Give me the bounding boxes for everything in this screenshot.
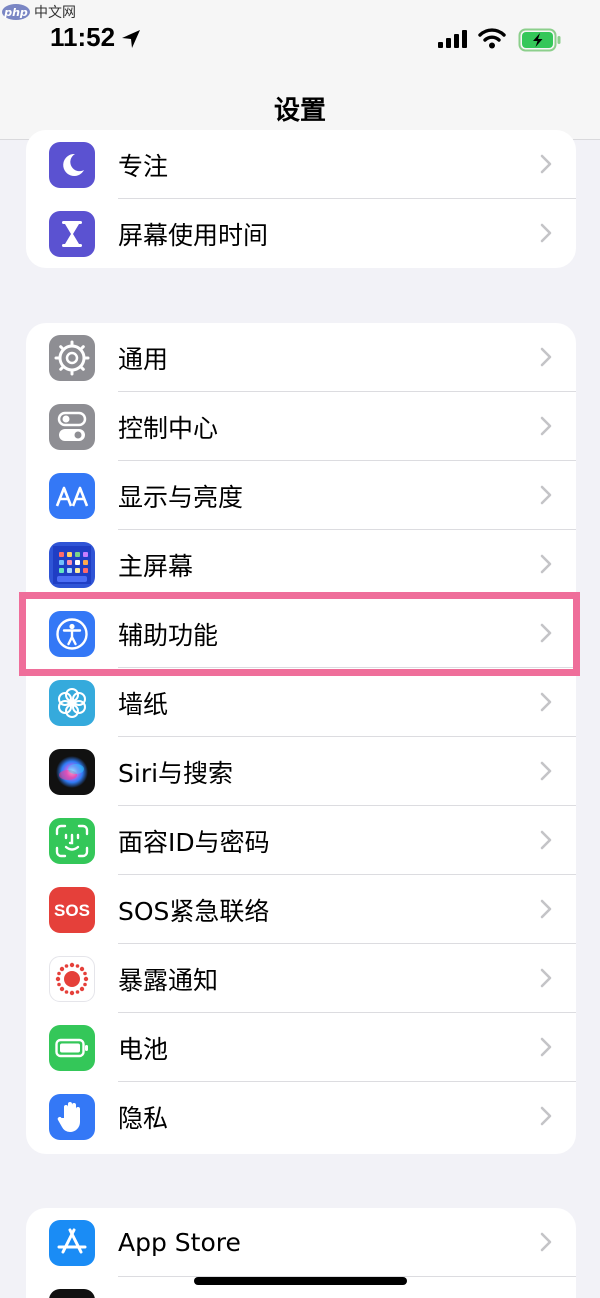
settings-row-label: SOS紧急联络 [118, 896, 270, 926]
watermark-text: 中文网 [34, 5, 76, 21]
status-time: 11:52 [50, 22, 116, 52]
exposure-icon [49, 956, 95, 1002]
settings-row-label: 通用 [118, 344, 169, 374]
chevron-right-icon [540, 899, 552, 919]
settings-row-privacy[interactable]: 隐私 [26, 1082, 576, 1151]
wifi-icon [478, 28, 506, 49]
battery-charging-icon [518, 28, 561, 52]
settings-row-label: Siri与搜索 [118, 758, 234, 788]
settings-row-display[interactable]: 显示与亮度 [26, 461, 576, 530]
settings-row-app-store[interactable]: App Store [26, 1208, 576, 1277]
accessibility-icon [49, 611, 95, 657]
settings-row-accessibility[interactable]: 辅助功能 [26, 599, 576, 668]
chevron-right-icon [540, 347, 552, 367]
settings-row-label: 专注 [118, 151, 169, 181]
settings-row-label: 暴露通知 [118, 965, 219, 995]
sos-icon: SOS [49, 887, 95, 933]
settings-row-face-id[interactable]: 面容ID与密码 [26, 806, 576, 875]
settings-row-label: 辅助功能 [118, 620, 219, 650]
hourglass-icon [49, 211, 95, 257]
chevron-right-icon [540, 761, 552, 781]
settings-row-label: 墙纸 [118, 689, 169, 719]
settings-row-label: 显示与亮度 [118, 482, 244, 512]
gear-icon [49, 335, 95, 381]
settings-row-screen-time[interactable]: 屏幕使用时间 [26, 199, 576, 268]
chevron-right-icon [540, 1106, 552, 1126]
hand-icon [49, 1094, 95, 1140]
face-id-icon [49, 818, 95, 864]
settings-row-label: 主屏幕 [118, 551, 194, 581]
settings-row-label: 隐私 [118, 1103, 169, 1133]
settings-row-label: 面容ID与密码 [118, 827, 270, 857]
cellular-signal-icon [438, 30, 467, 48]
chevron-right-icon [540, 1232, 552, 1252]
header: php 中文网 11:52 设置 [0, 0, 600, 140]
flower-icon [49, 680, 95, 726]
svg-text:SOS: SOS [54, 901, 90, 920]
settings-row-label: 屏幕使用时间 [118, 220, 269, 250]
chevron-right-icon [540, 154, 552, 174]
home-indicator[interactable] [194, 1277, 407, 1285]
page-title: 设置 [273, 96, 326, 126]
settings-row-general[interactable]: 通用 [26, 323, 576, 392]
text-size-icon [49, 473, 95, 519]
settings-group-focus: 专注 屏幕使用时间 [26, 130, 576, 268]
settings-row-exposure[interactable]: 暴露通知 [26, 944, 576, 1013]
watermark: php 中文网 [2, 2, 76, 22]
settings-row-label: 电池 [118, 1034, 169, 1064]
location-arrow-icon [122, 30, 140, 48]
chevron-right-icon [540, 830, 552, 850]
settings-group-main: 通用 控制中心 显示与亮度 主屏幕 辅助功能 墙纸 Siri与搜索 面容ID与密… [26, 323, 576, 1154]
chevron-right-icon [540, 485, 552, 505]
chevron-right-icon [540, 623, 552, 643]
chevron-right-icon [540, 416, 552, 436]
chevron-right-icon [540, 968, 552, 988]
moon-icon [49, 142, 95, 188]
settings-row-wallpaper[interactable]: 墙纸 [26, 668, 576, 737]
home-grid-icon [49, 542, 95, 588]
battery-icon [49, 1025, 95, 1071]
settings-row-battery[interactable]: 电池 [26, 1013, 576, 1082]
settings-row-label: App Store [118, 1228, 241, 1257]
settings-row-focus[interactable]: 专注 [26, 130, 576, 199]
settings-row-siri[interactable]: Siri与搜索 [26, 737, 576, 806]
wallet-icon [49, 1289, 95, 1298]
siri-icon [49, 749, 95, 795]
settings-row-home-screen[interactable]: 主屏幕 [26, 530, 576, 599]
watermark-logo: php [2, 4, 30, 20]
chevron-right-icon [540, 223, 552, 243]
chevron-right-icon [540, 1037, 552, 1057]
settings-row-control-center[interactable]: 控制中心 [26, 392, 576, 461]
settings-row-sos[interactable]: SOS SOS紧急联络 [26, 875, 576, 944]
chevron-right-icon [540, 554, 552, 574]
toggles-icon [49, 404, 95, 450]
app-store-icon [49, 1220, 95, 1266]
chevron-right-icon [540, 692, 552, 712]
settings-row-label: 控制中心 [118, 413, 219, 443]
